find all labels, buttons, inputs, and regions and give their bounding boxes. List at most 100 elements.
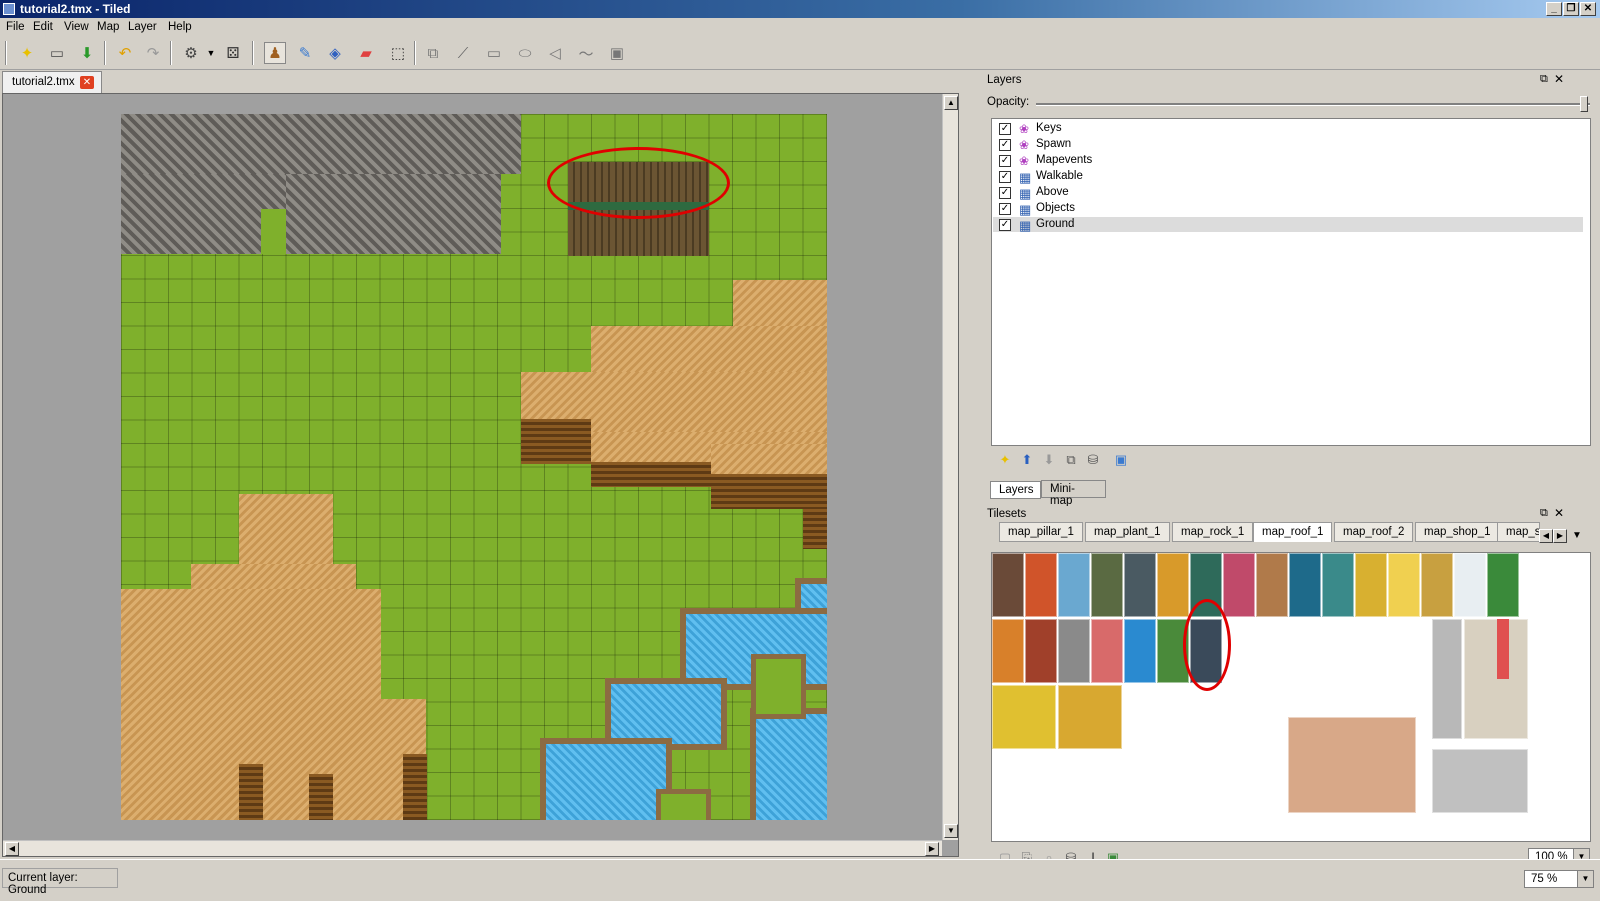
tile[interactable] bbox=[1091, 553, 1123, 617]
duplicate-layer-icon[interactable]: ⧉ bbox=[1063, 452, 1079, 468]
layer-visibility-checkbox[interactable]: ✓ bbox=[999, 171, 1011, 183]
tile[interactable] bbox=[1058, 619, 1090, 683]
tile[interactable] bbox=[1223, 553, 1255, 617]
dice-icon[interactable]: ⚄ bbox=[222, 42, 244, 64]
tile[interactable] bbox=[1256, 553, 1288, 617]
layer-visibility-checkbox[interactable]: ✓ bbox=[999, 219, 1011, 231]
close-button[interactable]: ✕ bbox=[1580, 2, 1596, 16]
redo-icon[interactable]: ↷ bbox=[142, 42, 164, 64]
menu-map[interactable]: Map bbox=[97, 21, 119, 33]
tile[interactable] bbox=[1454, 553, 1486, 617]
edit-polygons-icon[interactable]: ⟋ bbox=[452, 42, 474, 64]
layer-row-keys[interactable]: ✓ ❀ Keys bbox=[993, 121, 1583, 136]
insert-polyline-icon[interactable]: 〜 bbox=[575, 42, 597, 64]
raise-layer-icon[interactable]: ⬆ bbox=[1019, 452, 1035, 468]
tile[interactable] bbox=[1058, 553, 1090, 617]
new-icon[interactable]: ✦ bbox=[16, 42, 38, 64]
layer-visibility-checkbox[interactable]: ✓ bbox=[999, 203, 1011, 215]
tile[interactable] bbox=[1432, 749, 1528, 813]
layer-visibility-checkbox[interactable]: ✓ bbox=[999, 139, 1011, 151]
layer-row-spawn[interactable]: ✓ ❀ Spawn bbox=[993, 137, 1583, 152]
tile[interactable] bbox=[1025, 619, 1057, 683]
scroll-right-icon[interactable]: ▶ bbox=[925, 842, 939, 856]
menu-edit[interactable]: Edit bbox=[33, 21, 53, 33]
menu-help[interactable]: Help bbox=[168, 21, 192, 33]
dropdown-arrow-icon[interactable]: ▼ bbox=[200, 42, 222, 64]
tent-tile[interactable] bbox=[1288, 717, 1416, 813]
menu-view[interactable]: View bbox=[64, 21, 89, 33]
layer-row-above[interactable]: ✓ ▦ Above bbox=[993, 185, 1583, 201]
tab-layers[interactable]: Layers bbox=[990, 481, 1041, 499]
tile[interactable] bbox=[1124, 553, 1156, 617]
opacity-slider[interactable] bbox=[1036, 103, 1590, 106]
map-view[interactable]: ▲ ▼ ◀ ▶ bbox=[2, 93, 959, 857]
maximize-button[interactable]: ❐ bbox=[1563, 2, 1579, 16]
undo-icon[interactable]: ↶ bbox=[114, 42, 136, 64]
save-icon[interactable]: ⬇ bbox=[76, 42, 98, 64]
tileset-tab[interactable]: map_rock_1 bbox=[1172, 522, 1254, 542]
tileset-tab-selected[interactable]: map_roof_1 bbox=[1253, 522, 1333, 542]
select-objects-icon[interactable]: ⧉ bbox=[422, 42, 444, 64]
scroll-up-icon[interactable]: ▲ bbox=[944, 96, 958, 110]
tile-map[interactable] bbox=[121, 114, 827, 820]
tileset-tab[interactable]: map_shop_1 bbox=[1415, 522, 1500, 542]
lower-layer-icon[interactable]: ⬇ bbox=[1041, 452, 1057, 468]
tile[interactable] bbox=[1091, 619, 1123, 683]
tile[interactable] bbox=[1124, 619, 1156, 683]
horizontal-scrollbar[interactable]: ◀ ▶ bbox=[3, 840, 942, 856]
document-tab[interactable]: tutorial2.tmx ✕ bbox=[2, 71, 102, 93]
tile[interactable] bbox=[992, 685, 1056, 749]
scroll-down-icon[interactable]: ▼ bbox=[944, 824, 958, 838]
insert-ellipse-icon[interactable]: ⬭ bbox=[514, 42, 536, 64]
insert-polygon-icon[interactable]: ◁ bbox=[544, 42, 566, 64]
close-tab-icon[interactable]: ✕ bbox=[80, 76, 94, 89]
minimize-button[interactable]: _ bbox=[1546, 2, 1562, 16]
tile[interactable] bbox=[1388, 553, 1420, 617]
tile[interactable] bbox=[992, 619, 1024, 683]
chevron-down-icon[interactable]: ▼ bbox=[1577, 871, 1593, 887]
tile[interactable] bbox=[992, 553, 1024, 617]
float-panel-icon[interactable]: ⧉ bbox=[1540, 507, 1548, 520]
tileset-tab[interactable]: map_s bbox=[1497, 522, 1540, 542]
layer-row-mapevents[interactable]: ✓ ❀ Mapevents bbox=[993, 153, 1583, 168]
layer-visibility-checkbox[interactable]: ✓ bbox=[999, 187, 1011, 199]
terrain-brush-icon[interactable]: ✎ bbox=[294, 42, 316, 64]
layer-visibility-checkbox[interactable]: ✓ bbox=[999, 123, 1011, 135]
float-panel-icon[interactable]: ⧉ bbox=[1540, 73, 1548, 86]
open-icon[interactable]: ▭ bbox=[46, 42, 68, 64]
close-panel-icon[interactable]: ✕ bbox=[1554, 72, 1564, 86]
tile[interactable] bbox=[1464, 619, 1528, 739]
tile[interactable] bbox=[1058, 685, 1122, 749]
add-layer-icon[interactable]: ✦ bbox=[997, 452, 1013, 468]
layer-row-ground[interactable]: ✓ ▦ Ground bbox=[993, 217, 1583, 233]
tile[interactable] bbox=[1289, 553, 1321, 617]
tile[interactable] bbox=[1025, 553, 1057, 617]
bucket-fill-icon[interactable]: ◈ bbox=[324, 42, 346, 64]
tabs-scroll-left-icon[interactable]: ◀ bbox=[1539, 529, 1553, 543]
layer-visibility-checkbox[interactable]: ✓ bbox=[999, 155, 1011, 167]
tabs-scroll-right-icon[interactable]: ▶ bbox=[1553, 529, 1567, 543]
tab-minimap[interactable]: Mini-map bbox=[1041, 480, 1106, 507]
tile[interactable] bbox=[1322, 553, 1354, 617]
layer-row-walkable[interactable]: ✓ ▦ Walkable bbox=[993, 169, 1583, 185]
close-panel-icon[interactable]: ✕ bbox=[1554, 506, 1564, 520]
tabs-menu-icon[interactable]: ▼ bbox=[1572, 530, 1582, 541]
map-zoom-combo[interactable]: 75 % ▼ bbox=[1524, 870, 1594, 888]
stamp-random-icon[interactable]: ⚙ bbox=[180, 42, 202, 64]
eraser-icon[interactable]: ▰ bbox=[355, 42, 377, 64]
layers-list[interactable]: ✓ ❀ Keys ✓ ❀ Spawn ✓ ❀ Mapevents ✓ ▦ Wal… bbox=[991, 118, 1591, 446]
tile[interactable] bbox=[1432, 619, 1462, 739]
menu-file[interactable]: File bbox=[6, 21, 25, 33]
menu-layer[interactable]: Layer bbox=[128, 21, 157, 33]
tile[interactable] bbox=[1487, 553, 1519, 617]
stamp-brush-icon[interactable]: ♟ bbox=[264, 42, 286, 64]
tileset-view[interactable] bbox=[991, 552, 1591, 842]
tileset-tab[interactable]: map_pillar_1 bbox=[999, 522, 1083, 542]
tile[interactable] bbox=[1157, 553, 1189, 617]
scroll-left-icon[interactable]: ◀ bbox=[5, 842, 19, 856]
insert-rectangle-icon[interactable]: ▭ bbox=[483, 42, 505, 64]
rectangle-select-icon[interactable]: ⬚ bbox=[387, 42, 409, 64]
tileset-tab[interactable]: map_roof_2 bbox=[1334, 522, 1414, 542]
layer-row-objects[interactable]: ✓ ▦ Objects bbox=[993, 201, 1583, 217]
tileset-tab[interactable]: map_plant_1 bbox=[1085, 522, 1170, 542]
